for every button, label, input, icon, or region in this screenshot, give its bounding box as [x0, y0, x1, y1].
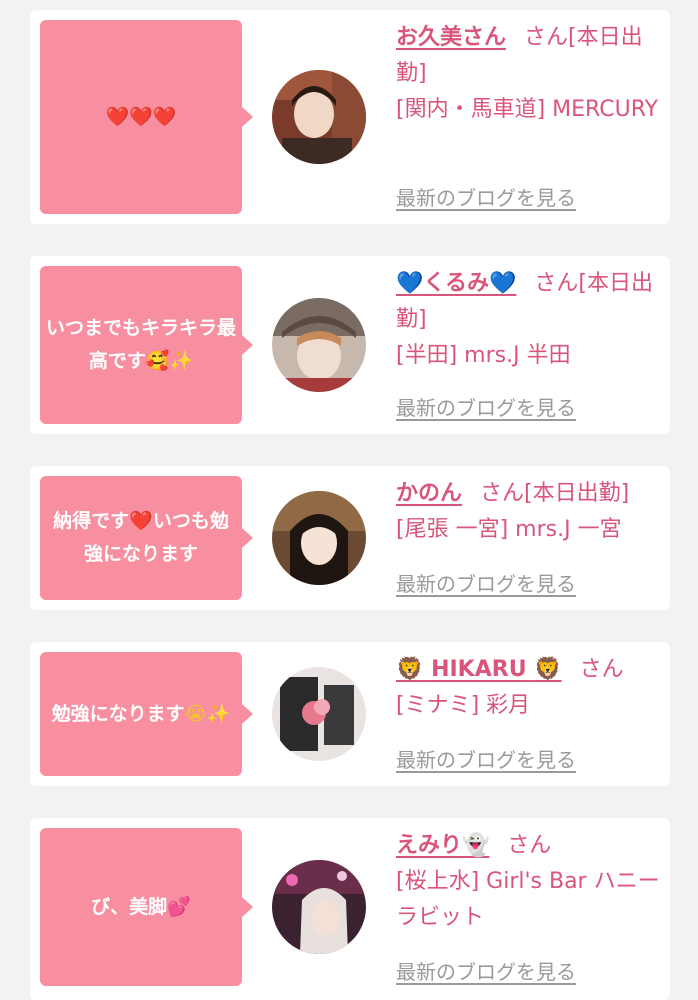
- honorific: さん: [524, 25, 569, 50]
- avatar-photo: [272, 70, 366, 164]
- member-info: えみり👻 さん [桜上水] Girl's Bar ハニーラビット: [396, 828, 664, 936]
- comment-bubble: いつまでもキラキラ最高です🥰✨: [40, 266, 253, 424]
- blue-heart-icon: 💙: [396, 271, 424, 296]
- avatar[interactable]: [272, 491, 366, 585]
- member-name-link[interactable]: えみり👻: [396, 833, 489, 858]
- comment-emoji: 😭✨: [184, 702, 231, 725]
- comment-card: び、美脚💕 えみり👻 さん [桜上水] Girl's Bar ハニーラビット 最新…: [30, 818, 670, 1000]
- comment-text: いつまでもキラキラ最高です: [46, 317, 237, 372]
- avatar-photo: [272, 667, 366, 761]
- work-status: [本日出勤]: [524, 481, 630, 506]
- blue-heart-icon: 💙: [488, 271, 517, 296]
- lion-icon: 🦁: [534, 657, 562, 682]
- latest-blog-link[interactable]: 最新のブログを見る: [396, 182, 576, 211]
- blog-comment-list: ❤️❤️❤️ お久美さん さん[本日出勤] [関内・馬車道] MERCURY 最新…: [0, 0, 698, 1000]
- comment-bubble: 納得です❤️いつも勉強になります: [40, 476, 253, 600]
- avatar-photo: [272, 298, 366, 392]
- honorific: さん: [507, 833, 552, 858]
- member-name: くるみ: [423, 271, 489, 296]
- honorific: さん: [579, 657, 624, 682]
- shop-location[interactable]: [関内・馬車道] MERCURY: [396, 97, 658, 122]
- member-info: 💙くるみ💙 さん[本日出勤] [半田] mrs.J 半田: [396, 266, 664, 374]
- shop-location[interactable]: [桜上水] Girl's Bar ハニーラビット: [396, 869, 660, 930]
- comment-text: 納得です: [53, 510, 130, 532]
- comment-emoji: 🥰✨: [145, 350, 194, 372]
- honorific: さん: [534, 271, 579, 296]
- comment-bubble: ❤️❤️❤️: [40, 20, 253, 214]
- comment-emoji: ❤️: [129, 510, 153, 532]
- avatar[interactable]: [272, 860, 366, 954]
- latest-blog-link[interactable]: 最新のブログを見る: [396, 568, 576, 597]
- honorific: さん: [480, 481, 525, 506]
- comment-text: 勉強になります: [51, 702, 185, 725]
- member-name-link[interactable]: お久美さん: [396, 25, 506, 50]
- comment-card: いつまでもキラキラ最高です🥰✨ 💙くるみ💙 さん[本日出勤] [半田] mrs.J…: [30, 256, 670, 434]
- member-info: かのん さん[本日出勤] [尾張 一宮] mrs.J 一宮: [396, 476, 664, 548]
- shop-location[interactable]: [半田] mrs.J 半田: [396, 343, 571, 368]
- avatar[interactable]: [272, 667, 366, 761]
- member-name-link[interactable]: かのん: [396, 481, 462, 506]
- comment-card: 納得です❤️いつも勉強になります かのん さん[本日出勤] [尾張 一宮] mrs…: [30, 466, 670, 610]
- avatar[interactable]: [272, 70, 366, 164]
- member-info: 🦁 HIKARU 🦁 さん [ミナミ] 彩月: [396, 652, 664, 724]
- comment-emoji: 💕: [167, 895, 191, 918]
- shop-location[interactable]: [ミナミ] 彩月: [396, 693, 530, 718]
- comment-card: 勉強になります😭✨ 🦁 HIKARU 🦁 さん [ミナミ] 彩月 最新のブログを見…: [30, 642, 670, 786]
- comment-emoji: ❤️❤️❤️: [105, 105, 177, 128]
- ghost-icon: 👻: [462, 833, 490, 858]
- member-name-link[interactable]: 💙くるみ💙: [396, 271, 516, 296]
- latest-blog-link[interactable]: 最新のブログを見る: [396, 392, 576, 421]
- member-name-link[interactable]: 🦁 HIKARU 🦁: [396, 657, 562, 682]
- avatar[interactable]: [272, 298, 366, 392]
- member-info: お久美さん さん[本日出勤] [関内・馬車道] MERCURY: [396, 20, 664, 128]
- latest-blog-link[interactable]: 最新のブログを見る: [396, 956, 576, 985]
- shop-location[interactable]: [尾張 一宮] mrs.J 一宮: [396, 517, 622, 542]
- lion-icon: 🦁: [396, 657, 424, 682]
- latest-blog-link[interactable]: 最新のブログを見る: [396, 744, 576, 773]
- comment-text: び、美脚: [91, 895, 168, 918]
- member-name: えみり: [396, 833, 463, 858]
- comment-bubble: び、美脚💕: [40, 828, 253, 986]
- member-name: HIKARU: [431, 657, 527, 682]
- comment-bubble: 勉強になります😭✨: [40, 652, 253, 776]
- avatar-photo: [272, 860, 366, 954]
- comment-card: ❤️❤️❤️ お久美さん さん[本日出勤] [関内・馬車道] MERCURY 最新…: [30, 10, 670, 224]
- avatar-photo: [272, 491, 366, 585]
